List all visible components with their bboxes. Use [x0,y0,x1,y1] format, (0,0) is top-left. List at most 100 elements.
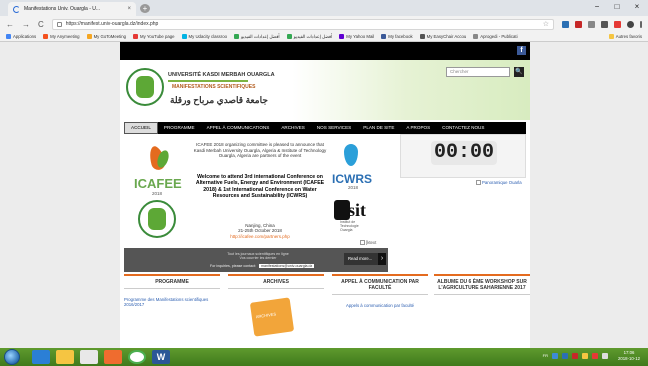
bookmark-favicon-icon [286,34,292,39]
window-controls: − □ × [592,2,642,11]
broken-image-placeholder: [ktext [360,240,376,246]
menu-item[interactable]: NOS SERVICES [311,122,357,134]
facebook-icon[interactable]: f [517,46,526,55]
bookmark-favicon-icon [181,34,187,39]
extension-icon[interactable] [562,20,569,28]
browser-tab[interactable]: Manifestations Univ. Ouargla - U... × [8,2,136,16]
bookmark-label: My YouTube page [140,34,175,39]
menu-item[interactable]: CONTACTEZ NOUS [436,122,490,134]
bookmark-item[interactable]: أفضل إعدادات الفيديو [233,33,280,40]
url-text[interactable]: https://manifest.univ-ouargla.dz/index.p… [66,21,159,27]
forward-button[interactable]: → [22,20,30,29]
site-container: UNIVERSITÉ KASDI MERBAH OUARGLA MANIFEST… [120,60,530,348]
media-player-icon[interactable] [80,350,98,364]
column-heading: ARCHIVES [228,274,324,289]
tray-icon[interactable] [572,353,578,359]
bookmark-favicon-icon [339,34,345,39]
tray-icon[interactable] [562,353,568,359]
bookmark-label: My EasyChair Accou [426,34,467,39]
icwrs-title: ICWRS [332,172,372,186]
site-subtitle: MANIFESTATIONS SCIENTIFIQUES [172,84,256,90]
system-clock[interactable]: 17:06 2018-10-12 [618,350,640,362]
bookmark-item[interactable]: My EasyChair Accou [419,34,467,39]
address-bar[interactable]: https://manifest.univ-ouargla.dz/index.p… [51,18,554,30]
bookmark-item[interactable]: My Udacity classroo [181,34,227,39]
menu-item[interactable]: A PROPOS [400,122,436,134]
bookmark-favicon-icon [419,34,425,39]
extension-icon[interactable] [614,20,621,28]
file-explorer-icon[interactable] [56,350,74,364]
bookmark-item[interactable]: My GoToMeeting [86,34,126,39]
menu-item[interactable]: ARCHIVES [275,122,311,134]
loading-spinner-icon [13,5,20,13]
menu-item[interactable]: APPEL À COMMUNICATIONS [201,122,276,134]
bookmark-favicon-icon [133,34,139,39]
university-logo-secondary [138,200,176,238]
start-button[interactable] [4,349,20,365]
menu-item[interactable]: PROGRAMME [158,122,201,134]
folder-icon [608,34,614,39]
bookmark-item[interactable]: My facebook [381,34,413,39]
bookmark-label: أفضل إعدادات الفيديو [240,33,280,39]
maximize-button[interactable]: □ [612,2,622,11]
menu-item[interactable]: PLAN DE SITE [357,122,400,134]
other-bookmarks[interactable]: Autres favoris [608,34,642,39]
new-tab-button[interactable]: + [140,4,150,13]
word-icon[interactable]: W [152,350,170,364]
back-button[interactable]: ← [6,20,14,29]
chrome-icon[interactable] [128,350,146,364]
institute-logo: sit Institut de Technologie Ouargla [334,198,368,232]
call-for-papers-link[interactable]: Appels à communication par faculté [332,303,428,308]
panorama-image-link[interactable]: Panoramique Ouarla [476,180,522,186]
extension-icon[interactable] [601,20,608,28]
announcement-text: ICAFEE 2018 organizing committee is plea… [193,142,327,159]
firefox-icon[interactable] [104,350,122,364]
banner-text: Tout les journaux scientifiques en ligne… [218,252,298,260]
minimize-button[interactable]: − [592,2,602,11]
university-name-arabic: جامعة قاصدي مرباح ورقلة [170,95,268,105]
tray-icon[interactable] [582,353,588,359]
internet-explorer-icon[interactable] [32,350,50,364]
reload-button[interactable]: C [38,20,44,29]
extension-icon[interactable] [588,20,595,28]
bookmark-item[interactable]: My Anymeeting [43,34,80,39]
bookmark-item[interactable]: My YouTube page [133,34,175,39]
bookmark-star-icon[interactable]: ☆ [543,20,549,28]
profile-icon[interactable] [627,20,634,28]
tray-icon[interactable] [552,353,558,359]
column-programme: PROGRAMME Programme des Manifestations s… [124,274,220,307]
banner-email-link[interactable]: manifestations@univ-ouargla.dz [258,264,315,268]
bookmark-label: My Udacity classroo [188,34,227,39]
other-bookmarks-label: Autres favoris [615,34,642,39]
extension-icon[interactable] [575,20,582,28]
institute-logo-letters: sit [348,200,366,220]
address-toolbar: ← → C https://manifest.univ-ouargla.dz/i… [0,16,648,32]
page-viewport: f UNIVERSITÉ KASDI MERBAH OUARGLA MANIFE… [0,42,648,348]
search-button[interactable]: 🔍 [514,67,524,77]
bookmark-item[interactable]: My Yahoo Mail [339,34,374,39]
venue-link[interactable]: http://icafee.com/partners.php [190,234,330,239]
extensions-area [562,20,642,28]
column-call-for-papers: APPEL À COMMUNICATION PAR FACULTÉ Appels… [332,274,428,308]
countdown-timer: 00:00 [431,141,497,165]
search-input[interactable]: Chercher [446,67,510,77]
archives-book-icon[interactable]: ARCHIVES [249,297,295,337]
bookmark-item[interactable]: Applications [6,34,36,39]
menu-item[interactable]: ACCUEIL [124,122,158,134]
bookmark-label: Applications [13,34,37,39]
column-heading: PROGRAMME [124,274,220,289]
tray-icon[interactable] [592,353,598,359]
institute-caption: Institut de Technologie Ouargla [340,220,359,232]
language-indicator[interactable]: FR [543,353,548,359]
close-window-button[interactable]: × [632,2,642,11]
volume-icon[interactable] [602,353,608,359]
menu-dots-icon[interactable] [640,20,642,28]
bookmark-item[interactable]: Aprogedi - Publicati [473,34,518,39]
bookmark-favicon-icon [473,34,479,39]
bookmark-item[interactable]: أفضل إعدادات الفيديو [286,34,332,40]
read-more-button[interactable]: Read more... [344,253,386,265]
tab-close-icon[interactable]: × [127,6,131,12]
taskbar: W FR 17:06 2018-10-12 [0,348,648,366]
university-logo[interactable] [126,68,164,106]
programme-link[interactable]: Programme des Manifestations scientifiqu… [124,297,220,307]
